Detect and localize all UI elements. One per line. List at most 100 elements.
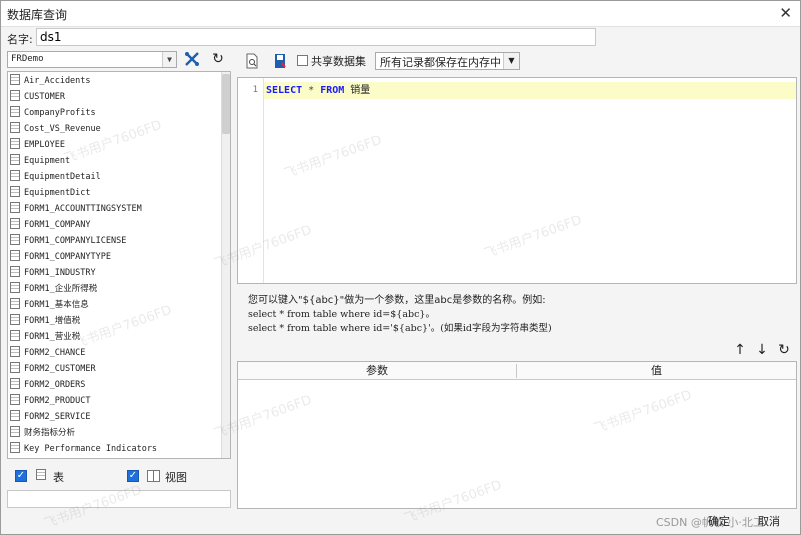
dataset-name-input[interactable] bbox=[36, 28, 596, 46]
table-icon bbox=[10, 314, 20, 325]
table-list-item[interactable]: FORM1_基本信息 bbox=[10, 297, 222, 313]
parameter-table[interactable]: 参数 值 bbox=[237, 361, 797, 509]
parameter-hint: 您可以键入"${abc}"做为一个参数，这里abc是参数的名称。例如: sele… bbox=[248, 294, 552, 336]
table-name: Air_Accidents bbox=[24, 76, 91, 86]
table-icon bbox=[10, 138, 20, 149]
table-list-item[interactable]: Cost_VS_Revenue bbox=[10, 121, 222, 137]
table-name: Cost_VS_Revenue bbox=[24, 124, 101, 134]
cancel-button[interactable]: 取消 bbox=[751, 512, 787, 532]
database-query-dialog: 数据库查询 ✕ 名字: FRDemo ▼ ↻ Air_Accidents CUST… bbox=[0, 0, 801, 535]
table-list-item[interactable]: CUSTOMER bbox=[10, 89, 222, 105]
table-list-item[interactable]: FORM1_增值税 bbox=[10, 313, 222, 329]
table-list-item[interactable]: FORM2_SERVICE bbox=[10, 409, 222, 425]
table-list-item[interactable]: FORM1_COMPANY bbox=[10, 217, 222, 233]
table-list-item[interactable]: FORM1_COMPANYLICENSE bbox=[10, 233, 222, 249]
close-icon[interactable]: ✕ bbox=[779, 4, 792, 22]
table-icon bbox=[10, 170, 20, 181]
table-list-item[interactable]: FORM2_CHANCE bbox=[10, 345, 222, 361]
sql-code-line[interactable]: SELECT * FROM 销量 bbox=[264, 82, 796, 99]
table-icon bbox=[10, 250, 20, 261]
table-name: FORM1_COMPANYTYPE bbox=[24, 252, 111, 262]
move-up-icon[interactable]: ↑ bbox=[731, 341, 749, 359]
refresh-connection-button[interactable]: ↻ bbox=[207, 49, 229, 69]
table-icon bbox=[10, 378, 20, 389]
table-tree[interactable]: Air_Accidents CUSTOMER CompanyProfits Cost_… bbox=[7, 71, 231, 459]
table-list-item[interactable]: FORM1_COMPANYTYPE bbox=[10, 249, 222, 265]
tree-scrollbar[interactable] bbox=[221, 72, 230, 458]
table-name: EquipmentDict bbox=[24, 188, 91, 198]
preview-button[interactable] bbox=[241, 51, 263, 71]
table-name: FORM2_ORDERS bbox=[24, 380, 86, 390]
table-list-item[interactable]: EquipmentDetail bbox=[10, 169, 222, 185]
table-list-item[interactable]: EquipmentDict bbox=[10, 185, 222, 201]
table-name: CUSTOMER bbox=[24, 92, 65, 102]
table-name: FORM2_CHANCE bbox=[24, 348, 86, 358]
table-icon bbox=[10, 266, 20, 277]
edit-connection-button[interactable] bbox=[181, 49, 203, 69]
table-name: FORM1_基本信息 bbox=[24, 300, 89, 310]
table-icon bbox=[10, 362, 20, 373]
table-name: FORM2_CUSTOMER bbox=[24, 364, 96, 374]
connection-select[interactable]: FRDemo ▼ bbox=[7, 51, 177, 68]
table-name: FORM1_ACCOUNTTINGSYSTEM bbox=[24, 204, 142, 214]
table-name: 财务指标分析 bbox=[24, 428, 76, 438]
line-gutter: 1 bbox=[238, 78, 264, 283]
share-dataset-checkbox[interactable] bbox=[297, 55, 308, 66]
parameter-tools: ↑ ↓ ↻ bbox=[731, 341, 797, 359]
table-name: EMPLOYEE bbox=[24, 140, 65, 150]
table-list-item[interactable]: FORM2_CUSTOMER bbox=[10, 361, 222, 377]
table-list-item[interactable]: FORM2_ORDERS bbox=[10, 377, 222, 393]
sql-table-name: 销量 bbox=[344, 85, 371, 96]
hint-line-3: select * from table where id='${abc}'。(如… bbox=[248, 323, 552, 334]
table-name: FORM1_增值税 bbox=[24, 316, 81, 326]
refresh-icon: ↻ bbox=[212, 51, 224, 67]
table-list-item[interactable]: Air_Accidents bbox=[10, 73, 222, 89]
table-search-input[interactable] bbox=[7, 490, 231, 508]
memory-mode-select[interactable]: 所有记录都保存在内存中 ▼ bbox=[375, 52, 520, 70]
dialog-title: 数据库查询 bbox=[7, 8, 68, 22]
table-name: FORM1_营业税 bbox=[24, 332, 81, 342]
sql-keyword-select: SELECT bbox=[266, 85, 303, 96]
table-list-item[interactable]: FORM2_PRODUCT bbox=[10, 393, 222, 409]
scrollbar-thumb[interactable] bbox=[222, 74, 230, 134]
title-bar: 数据库查询 ✕ bbox=[1, 1, 800, 27]
sql-editor[interactable]: 1 SELECT * FROM 销量 bbox=[237, 77, 797, 284]
show-tables-checkbox[interactable]: ✓ bbox=[15, 470, 27, 482]
table-list-item[interactable]: FORM1_营业税 bbox=[10, 329, 222, 345]
table-list-item[interactable]: 财务指标分析 bbox=[10, 425, 222, 441]
show-views-checkbox[interactable]: ✓ bbox=[127, 470, 139, 482]
table-list-item[interactable]: Equipment bbox=[10, 153, 222, 169]
table-list-item[interactable]: Key Performance Indicators bbox=[10, 441, 222, 457]
table-name: FORM1_COMPANY bbox=[24, 220, 91, 230]
table-icon bbox=[10, 442, 20, 453]
chevron-down-icon[interactable]: ▼ bbox=[162, 52, 176, 67]
column-header-value[interactable]: 值 bbox=[517, 362, 796, 380]
chevron-down-icon[interactable]: ▼ bbox=[503, 53, 519, 69]
table-list-item[interactable]: FORM1_INDUSTRY bbox=[10, 265, 222, 281]
table-icon bbox=[36, 469, 46, 480]
table-icon bbox=[10, 426, 20, 437]
table-name: Key Performance Indicators bbox=[24, 444, 158, 454]
hint-line-1: 您可以键入"${abc}"做为一个参数，这里abc是参数的名称。例如: bbox=[248, 295, 546, 306]
column-header-param[interactable]: 参数 bbox=[238, 362, 516, 380]
name-label: 名字: bbox=[7, 33, 33, 46]
table-icon bbox=[10, 234, 20, 245]
table-list-item[interactable]: FORM1_ACCOUNTTINGSYSTEM bbox=[10, 201, 222, 217]
refresh-icon[interactable]: ↻ bbox=[775, 341, 793, 359]
table-list-item[interactable]: FORM1_企业所得税 bbox=[10, 281, 222, 297]
table-icon bbox=[10, 410, 20, 421]
table-name: CompanyProfits bbox=[24, 108, 96, 118]
share-dataset-label: 共享数据集 bbox=[311, 55, 366, 68]
table-icon bbox=[10, 90, 20, 101]
sql-keyword-from: FROM bbox=[320, 85, 345, 96]
sql-star: * bbox=[302, 85, 321, 96]
memory-mode-value: 所有记录都保存在内存中 bbox=[380, 56, 501, 69]
save-sql-button[interactable] bbox=[269, 51, 291, 71]
table-icon bbox=[10, 202, 20, 213]
table-list-item[interactable]: EMPLOYEE bbox=[10, 137, 222, 153]
show-tables-label: 表 bbox=[53, 471, 64, 484]
table-icon bbox=[10, 298, 20, 309]
ok-button[interactable]: 确定 bbox=[701, 512, 737, 532]
table-list-item[interactable]: CompanyProfits bbox=[10, 105, 222, 121]
move-down-icon[interactable]: ↓ bbox=[753, 341, 771, 359]
